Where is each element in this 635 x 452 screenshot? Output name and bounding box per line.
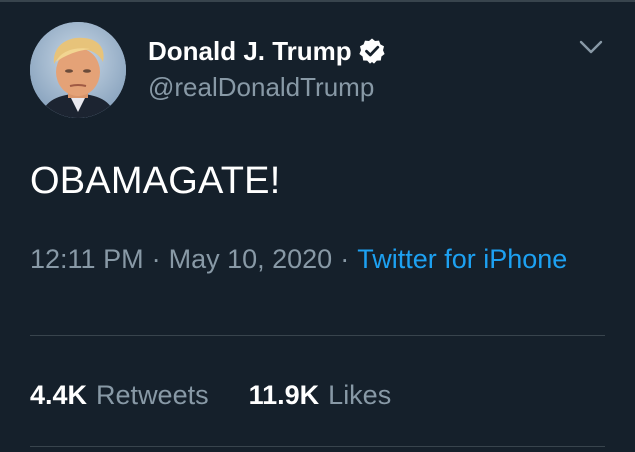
tweet-stats: 4.4K Retweets 11.9K Likes (30, 380, 391, 411)
author-name-row[interactable]: Donald J. Trump (148, 34, 386, 68)
profile-photo (30, 22, 126, 118)
meta-separator: · (340, 244, 350, 274)
tweet-date[interactable]: May 10, 2020 (169, 244, 333, 274)
meta-separator: · (151, 244, 161, 274)
retweets-count: 4.4K (30, 380, 88, 410)
divider (30, 446, 605, 447)
author-handle[interactable]: @realDonaldTrump (148, 72, 374, 103)
tweet-text: OBAMAGATE! (30, 160, 281, 202)
verified-badge-icon (358, 37, 386, 65)
top-border (0, 0, 635, 2)
tweet-meta: 12:11 PM · May 10, 2020 · Twitter for iPhone (30, 240, 590, 278)
tweet-detail: Donald J. Trump @realDonaldTrump OBAMAGA… (0, 0, 635, 452)
tweet-time[interactable]: 12:11 PM (30, 244, 144, 274)
display-name[interactable]: Donald J. Trump (148, 36, 352, 67)
likes-label: Likes (328, 380, 392, 410)
likes-count: 11.9K (248, 380, 320, 410)
chevron-down-icon[interactable] (578, 38, 604, 56)
divider (30, 335, 605, 336)
retweets-stat[interactable]: 4.4K Retweets (30, 380, 209, 411)
likes-stat[interactable]: 11.9K Likes (249, 380, 392, 411)
avatar[interactable] (30, 22, 126, 118)
retweets-label: Retweets (96, 380, 209, 410)
tweet-source-link[interactable]: Twitter for iPhone (357, 244, 567, 274)
